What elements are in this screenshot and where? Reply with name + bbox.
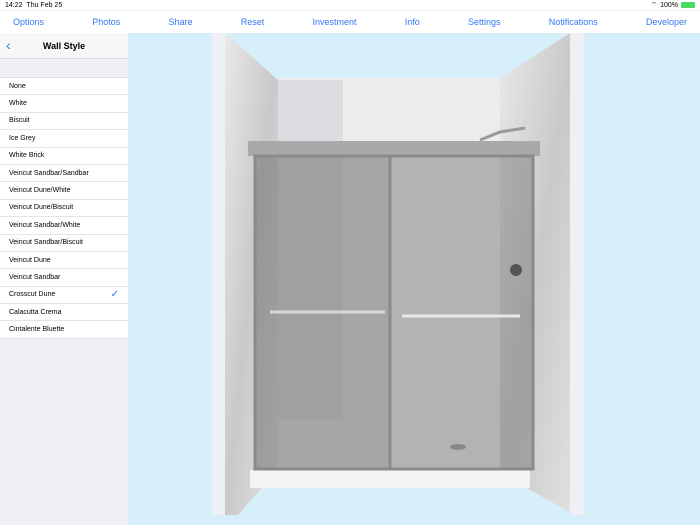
list-item-label: Cintalente Bluette: [9, 326, 65, 334]
nav-notifications[interactable]: Notifications: [549, 17, 598, 27]
list-item[interactable]: Veincut Sandbar/White: [0, 217, 128, 235]
list-item-label: White: [9, 100, 27, 108]
list-item-label: Veincut Dune/Biscuit: [9, 204, 74, 212]
list-item[interactable]: Veincut Dune/Biscuit: [0, 200, 128, 218]
list-item[interactable]: Veincut Sandbar/Biscuit: [0, 235, 128, 252]
nav-reset[interactable]: Reset: [241, 17, 265, 27]
list-item-label: None: [9, 82, 26, 90]
list-item[interactable]: Biscuit: [0, 113, 128, 131]
list-item-label: Veincut Sandbar/White: [9, 221, 81, 229]
list-item-label: Crosscut Dune: [9, 291, 56, 299]
shower-render: [212, 33, 584, 515]
right-glass-panel: [388, 154, 535, 471]
list-item-label: Veincut Dune/White: [9, 187, 71, 195]
sidebar-title: Wall Style: [42, 40, 86, 51]
checkmark-icon: ✓: [110, 289, 119, 301]
battery-percent: 100%: [660, 1, 678, 9]
nav-share[interactable]: Share: [169, 17, 193, 27]
list-item[interactable]: Veincut Dune/White: [0, 182, 128, 200]
right-trim: [570, 33, 584, 515]
nav-investment[interactable]: Investment: [312, 17, 356, 27]
list-item[interactable]: Crosscut Dune ✓: [0, 287, 128, 305]
nav-options[interactable]: Options: [13, 17, 44, 27]
list-item[interactable]: White Brick: [0, 148, 128, 165]
list-item-label: Calacutta Crema: [9, 308, 62, 316]
left-trim: [212, 33, 227, 515]
list-item[interactable]: White: [0, 95, 128, 113]
sidebar: ‹ Wall Style None White Biscuit Ice Grey Whi…: [0, 33, 128, 525]
list-item-label: Biscuit: [9, 117, 30, 125]
list-item-label: Veincut Sandbar/Sandbar: [9, 169, 89, 177]
nav-settings[interactable]: Settings: [468, 17, 501, 27]
wall-style-list: None White Biscuit Ice Grey White Brick Veinc…: [0, 77, 128, 339]
shower-valve-icon: [510, 264, 522, 276]
list-item-label: Ice Grey: [9, 134, 36, 142]
list-item[interactable]: Ice Grey: [0, 130, 128, 148]
list-item-label: White Brick: [9, 152, 45, 160]
nav-info[interactable]: Info: [405, 17, 420, 27]
status-date: Thu Feb 25: [26, 1, 63, 9]
nav-photos[interactable]: Photos: [92, 17, 120, 27]
list-item[interactable]: Veincut Dune: [0, 252, 128, 270]
list-item[interactable]: Veincut Sandbar/Sandbar: [0, 165, 128, 183]
shower-preview[interactable]: [128, 33, 700, 525]
wifi-icon: ⌔: [650, 1, 658, 9]
list-item-label: Veincut Sandbar/Biscuit: [9, 239, 83, 247]
status-time: 14:22: [5, 1, 23, 9]
list-item[interactable]: Cintalente Bluette: [0, 321, 128, 339]
list-item[interactable]: Calacutta Crema: [0, 304, 128, 322]
shower-base: [250, 470, 530, 488]
sidebar-header: ‹ Wall Style: [0, 33, 128, 59]
back-chevron-icon[interactable]: ‹: [6, 37, 11, 53]
top-nav: Options Photos Share Reset Investment Info Set…: [0, 11, 700, 33]
list-item-label: Veincut Dune: [9, 256, 51, 264]
drain-icon: [450, 444, 466, 450]
list-item[interactable]: None: [0, 78, 128, 96]
list-item[interactable]: Veincut Sandbar: [0, 269, 128, 287]
battery-icon: [681, 2, 695, 8]
status-bar: 14:22 Thu Feb 25 ⌔ 100%: [0, 0, 700, 11]
door-header-rail: [248, 141, 540, 156]
nav-developer[interactable]: Developer: [646, 17, 687, 27]
list-item-label: Veincut Sandbar: [9, 273, 61, 281]
